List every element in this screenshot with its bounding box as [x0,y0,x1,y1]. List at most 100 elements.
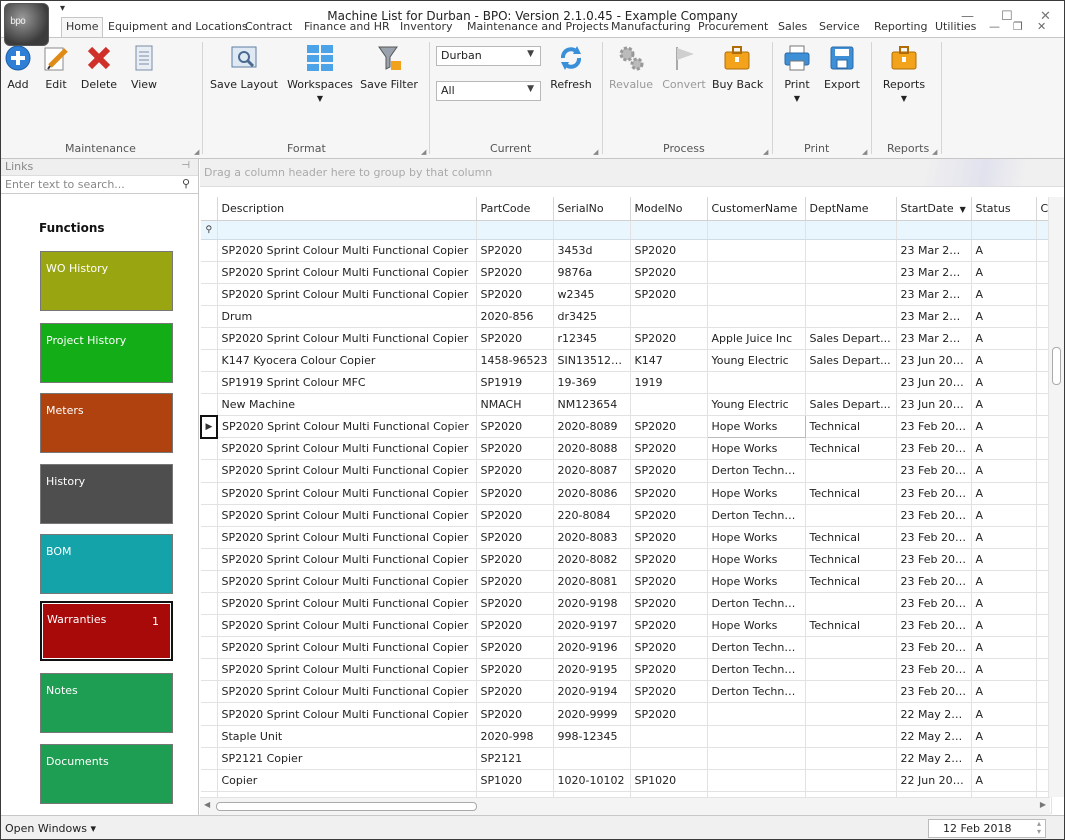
table-cell[interactable]: 2020-8087 [553,459,631,483]
table-cell[interactable] [630,725,708,748]
table-cell[interactable]: 2020-9197 [553,614,631,638]
table-row[interactable]: SP2020 Sprint Colour Multi Functional Co… [201,592,1052,616]
app-logo[interactable]: bpo [4,3,49,46]
table-cell[interactable] [805,680,897,704]
table-cell[interactable]: 23 Feb 2017 [896,658,972,682]
view-button[interactable]: View [127,44,161,91]
table-cell[interactable]: 23 Jun 2016 [896,349,972,373]
table-row[interactable]: Copier SP1020 1020-10102 SP1020 22 Jun 2015 A [201,769,1052,792]
table-cell[interactable]: Hope Works [707,614,806,638]
table-cell[interactable]: A [971,459,1037,483]
table-row[interactable]: SP2020 Sprint Colour Multi Functional Co… [201,526,1052,549]
pin-icon[interactable]: ⊣ [181,160,190,171]
table-row[interactable]: SP2020 Sprint Colour Multi Functional Co… [201,283,1052,306]
table-cell[interactable]: w2345 [553,283,631,306]
table-row[interactable]: K147 Kyocera Colour Copier 1458-96523 SIN1… [201,349,1052,373]
table-cell[interactable]: SP2020 [630,415,708,439]
row-indicator[interactable] [201,725,218,748]
table-cell[interactable]: Hope Works [707,482,806,505]
table-cell[interactable]: A [971,482,1037,505]
table-cell[interactable]: SP2020 Sprint Colour Multi Functional Co… [217,658,477,682]
table-cell[interactable]: 23 Mar 2017 [896,305,972,328]
table-cell[interactable]: NMACH [476,393,554,417]
tab-utilities[interactable]: Utilities [935,20,976,33]
table-cell[interactable]: SP2020 Sprint Colour Multi Functional Co… [217,283,477,306]
group-launcher-icon[interactable]: ◢ [194,148,199,156]
table-cell[interactable]: 998-12345 [553,725,631,748]
table-cell[interactable]: Technical [805,437,897,461]
table-cell[interactable]: A [971,570,1037,594]
table-cell[interactable]: A [971,371,1037,395]
table-cell[interactable]: Young Electric [707,393,806,417]
table-cell[interactable] [707,283,806,306]
table-cell[interactable]: 2020-9999 [553,702,631,726]
print-button[interactable]: Print ▼ [779,44,815,104]
table-cell[interactable]: SP2020 Sprint Colour Multi Functional Co… [217,636,477,660]
table-cell[interactable]: A [971,636,1037,660]
row-indicator[interactable] [201,283,218,306]
table-cell[interactable]: A [971,658,1037,682]
table-row[interactable]: Staple Unit 2020-998 998-12345 22 May 2017 A [201,725,1052,748]
tab-reporting[interactable]: Reporting [874,20,927,33]
table-cell[interactable]: 23 Feb 2017 [896,437,972,461]
table-cell[interactable] [805,725,897,748]
table-cell[interactable]: A [971,526,1037,549]
table-cell[interactable]: 2020-9194 [553,680,631,704]
table-cell[interactable]: SP2020 [476,570,554,594]
table-cell[interactable]: K147 [630,349,708,373]
table-cell[interactable]: Technical [805,415,897,439]
export-button[interactable]: Export [819,44,865,91]
table-cell[interactable]: SP2020 Sprint Colour Multi Functional Co… [217,548,477,571]
table-row[interactable]: SP2020 Sprint Colour Multi Functional Co… [201,239,1052,262]
tile-history[interactable]: History [40,464,173,524]
table-cell[interactable]: 23 Jun 2016 [896,371,972,395]
table-cell[interactable] [630,393,708,417]
table-cell[interactable] [630,305,708,328]
table-cell[interactable]: Technical [805,548,897,571]
table-cell[interactable]: 2020-856 [476,305,554,328]
workspaces-button[interactable]: Workspaces ▼ [284,44,356,104]
table-cell[interactable]: SP2020 [476,459,554,483]
table-cell[interactable]: 2020-8086 [553,482,631,505]
row-indicator[interactable] [201,680,218,704]
table-cell[interactable]: 23 Jun 2016 [896,393,972,417]
table-cell[interactable] [553,747,631,770]
table-cell[interactable]: SP2020 Sprint Colour Multi Functional Co… [217,415,477,439]
table-cell[interactable]: SP2121 Copier [217,747,477,770]
table-cell[interactable]: Staple Unit [217,725,477,748]
table-row[interactable]: SP2020 Sprint Colour Multi Functional Co… [201,570,1052,594]
table-cell[interactable] [805,658,897,682]
tab-home[interactable]: Home [61,17,104,38]
group-launcher-icon[interactable]: ◢ [932,148,937,156]
table-cell[interactable]: Drum [217,305,477,328]
table-row[interactable]: SP2020 Sprint Colour Multi Functional Co… [201,327,1052,350]
table-cell[interactable]: Sales Depart... [805,393,897,417]
table-cell[interactable]: 1020-10102 [553,769,631,792]
table-cell[interactable]: 23 Feb 2017 [896,415,972,439]
table-cell[interactable]: Hope Works [707,437,806,461]
table-cell[interactable]: SP2020 [630,680,708,704]
tile-project-history[interactable]: Project History [40,323,173,383]
table-cell[interactable]: SP2020 [630,459,708,483]
convert-button[interactable]: Convert [659,44,709,91]
table-row[interactable]: Drum 2020-856 dr3425 23 Mar 2017 A [201,305,1052,328]
table-cell[interactable] [630,747,708,770]
table-cell[interactable]: SP2020 [476,548,554,571]
table-cell[interactable] [805,459,897,483]
table-row[interactable]: SP2020 Sprint Colour Multi Functional Co… [201,548,1052,571]
table-cell[interactable]: A [971,769,1037,792]
table-cell[interactable]: SP2020 [476,592,554,616]
table-cell[interactable]: Derton Technol... [707,592,806,616]
table-cell[interactable]: 23 Feb 2017 [896,680,972,704]
horizontal-scrollbar[interactable]: ◀ ▶ [200,797,1050,815]
spinner-icon[interactable]: ▴ ▾ [1037,820,1041,836]
table-cell[interactable]: Technical [805,570,897,594]
table-cell[interactable]: 2020-9198 [553,592,631,616]
auto-filter-row[interactable]: ⚲ [201,220,1052,240]
row-indicator[interactable] [201,636,218,660]
date-field[interactable]: 12 Feb 2018 ▴ ▾ [928,819,1046,838]
buy-back-button[interactable]: Buy Back [712,44,763,91]
column-header-partcode[interactable]: PartCode [476,197,554,221]
table-cell[interactable]: 23 Feb 2017 [896,459,972,483]
filter-cell[interactable] [476,220,554,240]
